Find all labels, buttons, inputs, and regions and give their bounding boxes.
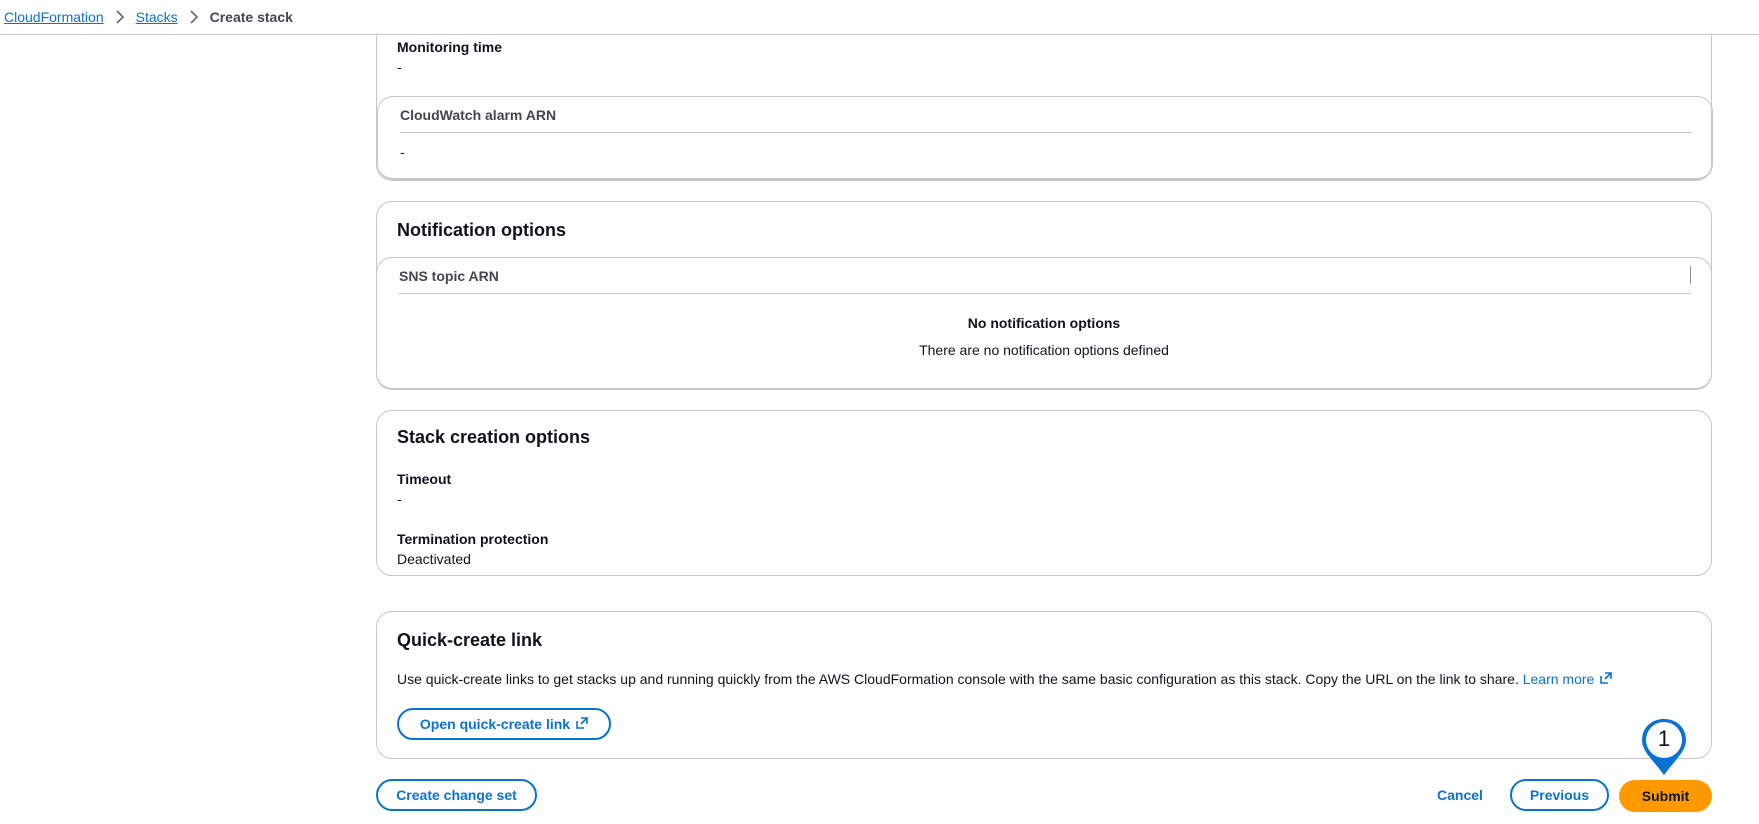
create-change-set-button[interactable]: Create change set [376,779,537,811]
cancel-button[interactable]: Cancel [1425,779,1495,811]
quick-create-link-card: Quick-create link Use quick-create links… [376,611,1712,759]
empty-state-title: No notification options [967,315,1121,331]
external-link-icon [1600,671,1613,687]
step-marker: 1 [1638,715,1690,779]
rollback-monitoring-section: Monitoring time - CloudWatch alarm ARN - [376,35,1713,181]
submit-button[interactable]: Submit [1619,780,1712,812]
termination-protection-value: Deactivated [397,551,471,567]
learn-more-label: Learn more [1522,671,1595,687]
learn-more-link[interactable]: Learn more [1523,671,1613,687]
notification-options-title: Notification options [397,220,566,240]
cancel-label: Cancel [1437,787,1483,803]
breadcrumb-current: Create stack [209,9,293,25]
sns-topic-header-label: SNS topic ARN [399,267,499,284]
open-quick-create-link-button[interactable]: Open quick-create link [397,708,611,740]
termination-protection-label: Termination protection [397,531,549,547]
column-resize-handle[interactable] [1690,266,1691,284]
stack-creation-options-title: Stack creation options [397,427,591,447]
open-quick-create-link-label: Open quick-create link [419,716,571,732]
quick-create-description-text: Use quick-create links to get stacks up … [397,671,1519,687]
quick-create-description: Use quick-create links to get stacks up … [397,671,1613,687]
monitoring-time-value: - [397,59,402,75]
monitoring-time-label: Monitoring time [397,39,502,55]
quick-create-link-title: Quick-create link [397,630,543,650]
empty-state-description: There are no notification options define… [919,342,1169,358]
previous-label: Previous [1529,787,1590,803]
timeout-value: - [397,491,402,507]
sns-topic-table: SNS topic ARN No notification options Th… [376,257,1712,390]
external-link-icon [576,716,588,732]
chevron-right-icon [115,10,125,24]
previous-button[interactable]: Previous [1510,779,1609,811]
create-change-set-label: Create change set [396,787,517,803]
notification-options-card: Notification options SNS topic ARN No no… [376,201,1712,390]
stack-creation-options-card: Stack creation options Timeout - Termina… [376,410,1712,576]
breadcrumb: CloudFormation Stacks Create stack [0,0,1759,35]
cloudwatch-alarm-table: CloudWatch alarm ARN - [377,96,1713,180]
timeout-label: Timeout [397,471,452,487]
step-marker-number: 1 [1657,726,1671,751]
breadcrumb-cloudformation[interactable]: CloudFormation [4,9,104,25]
chevron-right-icon [189,10,199,24]
sns-topic-column-header: SNS topic ARN [399,258,1691,294]
cloudwatch-alarm-value: - [400,144,405,160]
submit-label: Submit [1641,788,1690,804]
cloudwatch-alarm-column-header: CloudWatch alarm ARN [400,97,1692,133]
breadcrumb-stacks[interactable]: Stacks [136,9,178,25]
